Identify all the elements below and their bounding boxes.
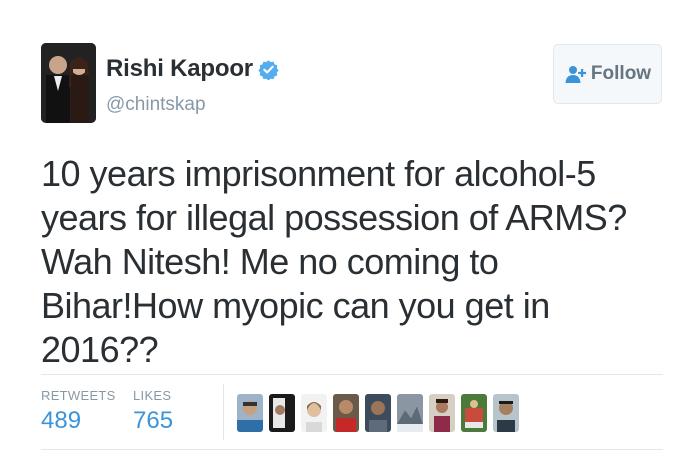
retweets-stat[interactable]: RETWEETS 489 [41,388,116,435]
divider [41,449,663,450]
divider [41,374,663,375]
liker-avatar[interactable] [365,394,391,432]
liker-avatar[interactable] [493,394,519,432]
retweets-count: 489 [41,407,82,434]
tweet-text: 10 years imprisonment for alcohol-5 year… [41,153,627,370]
stats-separator [223,384,224,440]
author-display-name[interactable]: Rishi Kapoor [106,55,253,83]
liker-avatar[interactable] [301,394,327,432]
author-name-row: Rishi Kapoor [106,52,279,86]
liker-avatar[interactable] [269,394,295,432]
likers-avatar-list [237,394,519,432]
tweet-card: Rishi Kapoor @chintskap Follow 10 years … [0,0,700,468]
liker-avatar[interactable] [333,394,359,432]
profile-avatar[interactable] [41,43,96,123]
follow-button[interactable]: Follow [553,44,662,104]
liker-avatar[interactable] [461,394,487,432]
liker-avatar[interactable] [429,394,455,432]
liker-avatar[interactable] [237,394,263,432]
add-user-icon [564,64,588,84]
follow-button-label: Follow [590,63,652,84]
likes-label: LIKES [133,388,172,403]
liker-avatar[interactable] [397,394,423,432]
retweets-label: RETWEETS [41,388,116,403]
likes-stat[interactable]: LIKES 765 [133,388,173,435]
verified-badge-icon [258,59,279,80]
likes-count: 765 [133,407,174,434]
author-handle[interactable]: @chintskap [106,94,206,116]
